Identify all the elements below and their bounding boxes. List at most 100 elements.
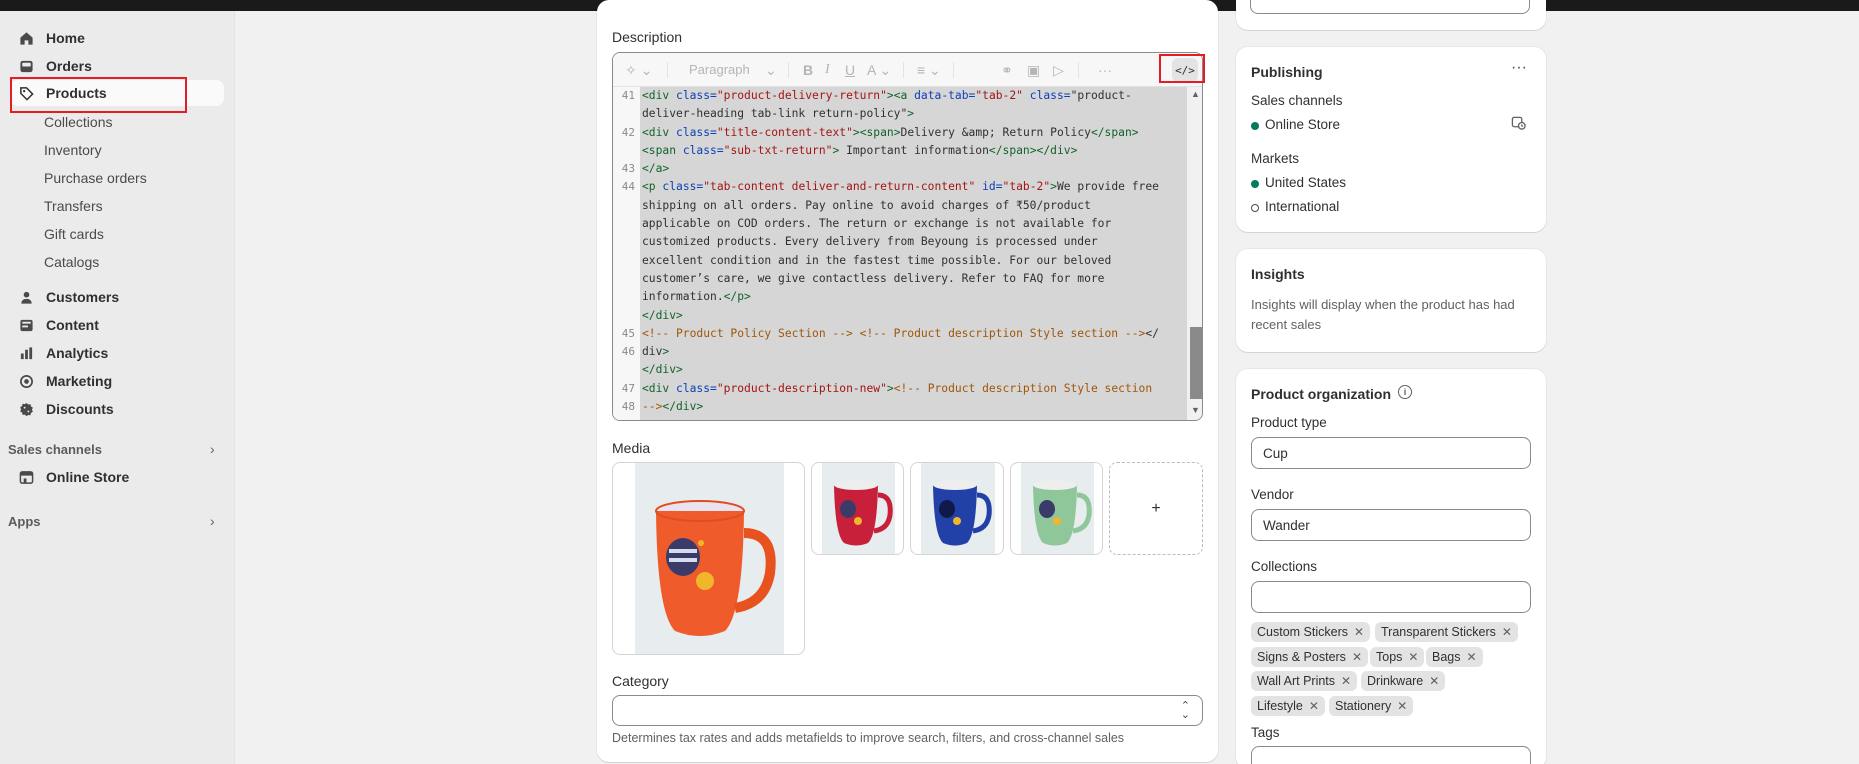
store-icon [18, 469, 34, 485]
sales-channels-label[interactable]: Sales channels [8, 442, 102, 457]
line-number: 44 [621, 180, 635, 193]
product-organization-card: Product organization i Product type Cup … [1236, 369, 1546, 764]
sidebar-item-label: Home [46, 30, 85, 46]
insert-image-icon[interactable]: ▣ [1027, 62, 1040, 79]
code-line: div> [642, 345, 670, 359]
schedule-icon[interactable] [1511, 115, 1526, 133]
italic-icon[interactable]: I [825, 62, 830, 78]
sidebar-sub-transfers[interactable]: Transfers [44, 198, 103, 214]
media-main-image[interactable] [612, 462, 805, 655]
sidebar-sub-gift-cards[interactable]: Gift cards [44, 226, 104, 242]
remove-icon[interactable]: ✕ [1502, 625, 1512, 639]
apps-label[interactable]: Apps [8, 514, 41, 529]
collection-chip: Tops ✕ [1370, 647, 1425, 667]
code-line: <div class="title-content-text"><span>De… [642, 125, 1139, 139]
code-line: information.</p> [642, 290, 751, 304]
code-line: customized products. Every delivery from… [642, 235, 1098, 249]
code-line: <!-- Product Policy Section --> <!-- Pro… [642, 326, 1159, 340]
sidebar-item-content[interactable]: Content [10, 312, 224, 338]
description-editor[interactable]: ✧ ⌄ Paragraph ⌄ B I U A ⌄ ≡ ⌄ ⚭ ▣ ▷ ··· … [612, 52, 1203, 421]
chip-label: Drinkware [1367, 674, 1424, 688]
chip-label: Transparent Stickers [1381, 625, 1496, 639]
blue-mug-image [933, 480, 992, 546]
sidebar-sub-catalogs[interactable]: Catalogs [44, 254, 99, 270]
bold-icon[interactable]: B [803, 62, 813, 78]
underline-icon[interactable]: U [845, 62, 855, 78]
code-line: applicable on COD orders. The return or … [642, 217, 1112, 231]
insert-video-icon[interactable]: ▷ [1053, 62, 1064, 79]
category-select[interactable]: ⌃ ⌄ [612, 695, 1203, 726]
remove-icon[interactable]: ✕ [1354, 625, 1364, 639]
sidebar-sub-purchase-orders[interactable]: Purchase orders [44, 170, 147, 186]
sidebar-item-orders[interactable]: Orders [10, 53, 224, 79]
tags-input[interactable] [1251, 746, 1531, 764]
image-icon [18, 317, 34, 333]
channel-online-store: Online Store [1265, 117, 1341, 132]
remove-icon[interactable]: ✕ [1467, 650, 1477, 664]
code-text[interactable]: <div class="product-delivery-return"><a … [640, 87, 1187, 420]
sidebar-sub-collections[interactable]: Collections [44, 114, 112, 130]
info-icon[interactable]: i [1398, 385, 1412, 399]
add-media-button[interactable]: + [1109, 462, 1203, 555]
magic-icon[interactable]: ✧ ⌄ [625, 62, 652, 79]
line-number: 43 [621, 162, 635, 175]
text-color-icon[interactable]: A ⌄ [867, 62, 891, 79]
sidebar-item-home[interactable]: Home [10, 25, 224, 51]
line-number: 47 [621, 382, 635, 395]
more-options-icon[interactable]: ··· [1511, 59, 1527, 77]
vendor-input[interactable]: Wander [1251, 509, 1531, 541]
remove-icon[interactable]: ✕ [1429, 674, 1439, 688]
html-code-area[interactable]: 41 42 43 44 45 46 47 48 <div class="prod… [613, 87, 1187, 420]
inbox-icon [18, 58, 34, 74]
insights-text: Insights will display when the product h… [1251, 297, 1515, 332]
code-line: </a> [642, 162, 670, 176]
code-line: customer’s care, we give contactless del… [642, 271, 1105, 285]
category-label: Category [612, 673, 669, 689]
description-label: Description [612, 29, 683, 45]
media-thumb-blue[interactable] [910, 462, 1004, 555]
collections-input[interactable] [1251, 581, 1531, 613]
sidebar-item-analytics[interactable]: Analytics [10, 340, 224, 366]
insights-title: Insights [1251, 266, 1305, 282]
media-thumb-green[interactable] [1010, 462, 1103, 555]
remove-icon[interactable]: ✕ [1397, 699, 1407, 713]
editor-scrollbar[interactable]: ▲ ▼ [1187, 87, 1202, 420]
more-icon[interactable]: ··· [1098, 62, 1112, 78]
publishing-card: Publishing ··· Sales channels Online Sto… [1236, 47, 1546, 232]
sidebar-item-customers[interactable]: Customers [10, 284, 224, 310]
code-line: <span class="sub-txt-return"> Important … [642, 143, 1078, 157]
chip-label: Bags [1432, 650, 1461, 664]
scrollbar-thumb[interactable] [1190, 327, 1202, 399]
chip-label: Signs & Posters [1257, 650, 1346, 664]
product-type-input[interactable]: Cup [1251, 437, 1531, 469]
orange-mug-image [655, 500, 776, 636]
product-type-label: Product type [1251, 415, 1327, 430]
line-number: 45 [621, 327, 635, 340]
code-line: shipping on all orders. Pay online to av… [642, 198, 1091, 212]
paragraph-select[interactable]: Paragraph [689, 62, 750, 77]
sidebar-item-label: Content [46, 317, 99, 333]
sidebar-item-online-store[interactable]: Online Store [10, 464, 224, 490]
remove-icon[interactable]: ✕ [1309, 699, 1319, 713]
link-icon[interactable]: ⚭ [1001, 62, 1013, 79]
remove-icon[interactable]: ✕ [1408, 650, 1418, 664]
collection-chip: Stationery ✕ [1329, 696, 1414, 716]
line-number: 41 [621, 89, 635, 102]
chevron-right-icon[interactable]: › [210, 513, 215, 529]
collections-label: Collections [1251, 559, 1318, 574]
sidebar-sub-inventory[interactable]: Inventory [44, 142, 102, 158]
align-icon[interactable]: ≡ ⌄ [917, 62, 941, 79]
sidebar-item-discounts[interactable]: Discounts [10, 396, 224, 422]
market-united-states: United States [1265, 175, 1347, 190]
chevron-right-icon[interactable]: › [210, 441, 215, 457]
code-line: </div> [642, 308, 683, 322]
collection-chip: Bags ✕ [1426, 647, 1483, 667]
remove-icon[interactable]: ✕ [1352, 650, 1362, 664]
sidebar-item-marketing[interactable]: Marketing [10, 368, 224, 394]
sidebar-item-label: Discounts [46, 401, 114, 417]
media-thumb-red[interactable] [811, 462, 904, 555]
chevron-down-icon[interactable]: ⌄ [765, 62, 777, 79]
line-number: 46 [621, 345, 635, 358]
discount-icon [18, 401, 34, 417]
remove-icon[interactable]: ✕ [1341, 674, 1351, 688]
